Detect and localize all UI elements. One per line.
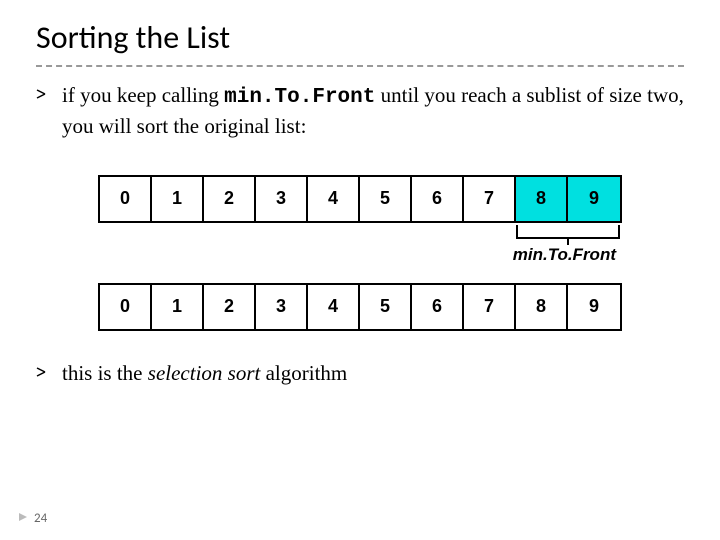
bullet-1-text: if you keep calling min.To.Front until y… <box>62 81 684 141</box>
array-cell: 9 <box>568 177 620 221</box>
array-cell: 7 <box>464 285 516 329</box>
bullet-1-part1: if you keep calling <box>62 83 224 107</box>
bullet-1-code: min.To.Front <box>224 86 375 109</box>
array-cell: 8 <box>516 177 568 221</box>
mtf-label: min.To.Front <box>513 245 616 264</box>
slide-title: Sorting the List <box>36 18 684 57</box>
array-cell: 4 <box>308 285 360 329</box>
bullet-2-text: this is the selection sort algorithm <box>62 359 347 387</box>
bullet-2-part2: algorithm <box>260 361 347 385</box>
bullet-1: if you keep calling min.To.Front until y… <box>36 81 684 141</box>
array-cell: 5 <box>360 177 412 221</box>
bullet-icon <box>36 87 50 106</box>
array-2: 0123456789 <box>98 283 622 331</box>
footer: 24 <box>18 511 47 526</box>
array-cell: 7 <box>464 177 516 221</box>
array-cell: 3 <box>256 285 308 329</box>
array-cell: 4 <box>308 177 360 221</box>
array-cell: 1 <box>152 177 204 221</box>
array-cell: 8 <box>516 285 568 329</box>
array-cell: 0 <box>100 285 152 329</box>
array-1-wrap: 0123456789 <box>36 175 684 223</box>
array-cell: 2 <box>204 285 256 329</box>
mtf-label-row: min.To.Front <box>36 245 684 265</box>
bullet-2: this is the selection sort algorithm <box>36 359 684 387</box>
array-cell: 1 <box>152 285 204 329</box>
array-cell: 3 <box>256 177 308 221</box>
page-number: 24 <box>34 511 47 526</box>
bracket-row <box>36 225 684 245</box>
array-2-wrap: 0123456789 <box>36 283 684 331</box>
bullet-2-part1: this is the <box>62 361 148 385</box>
array-cell: 9 <box>568 285 620 329</box>
array-cell: 6 <box>412 177 464 221</box>
array-cell: 0 <box>100 177 152 221</box>
bracket-icon <box>516 225 620 239</box>
footer-play-icon <box>18 511 28 526</box>
array-cell: 6 <box>412 285 464 329</box>
bullet-2-italic: selection sort <box>148 361 261 385</box>
array-cell: 5 <box>360 285 412 329</box>
bullet-icon <box>36 365 50 384</box>
array-cell: 2 <box>204 177 256 221</box>
array-1: 0123456789 <box>98 175 622 223</box>
title-divider <box>36 65 684 67</box>
